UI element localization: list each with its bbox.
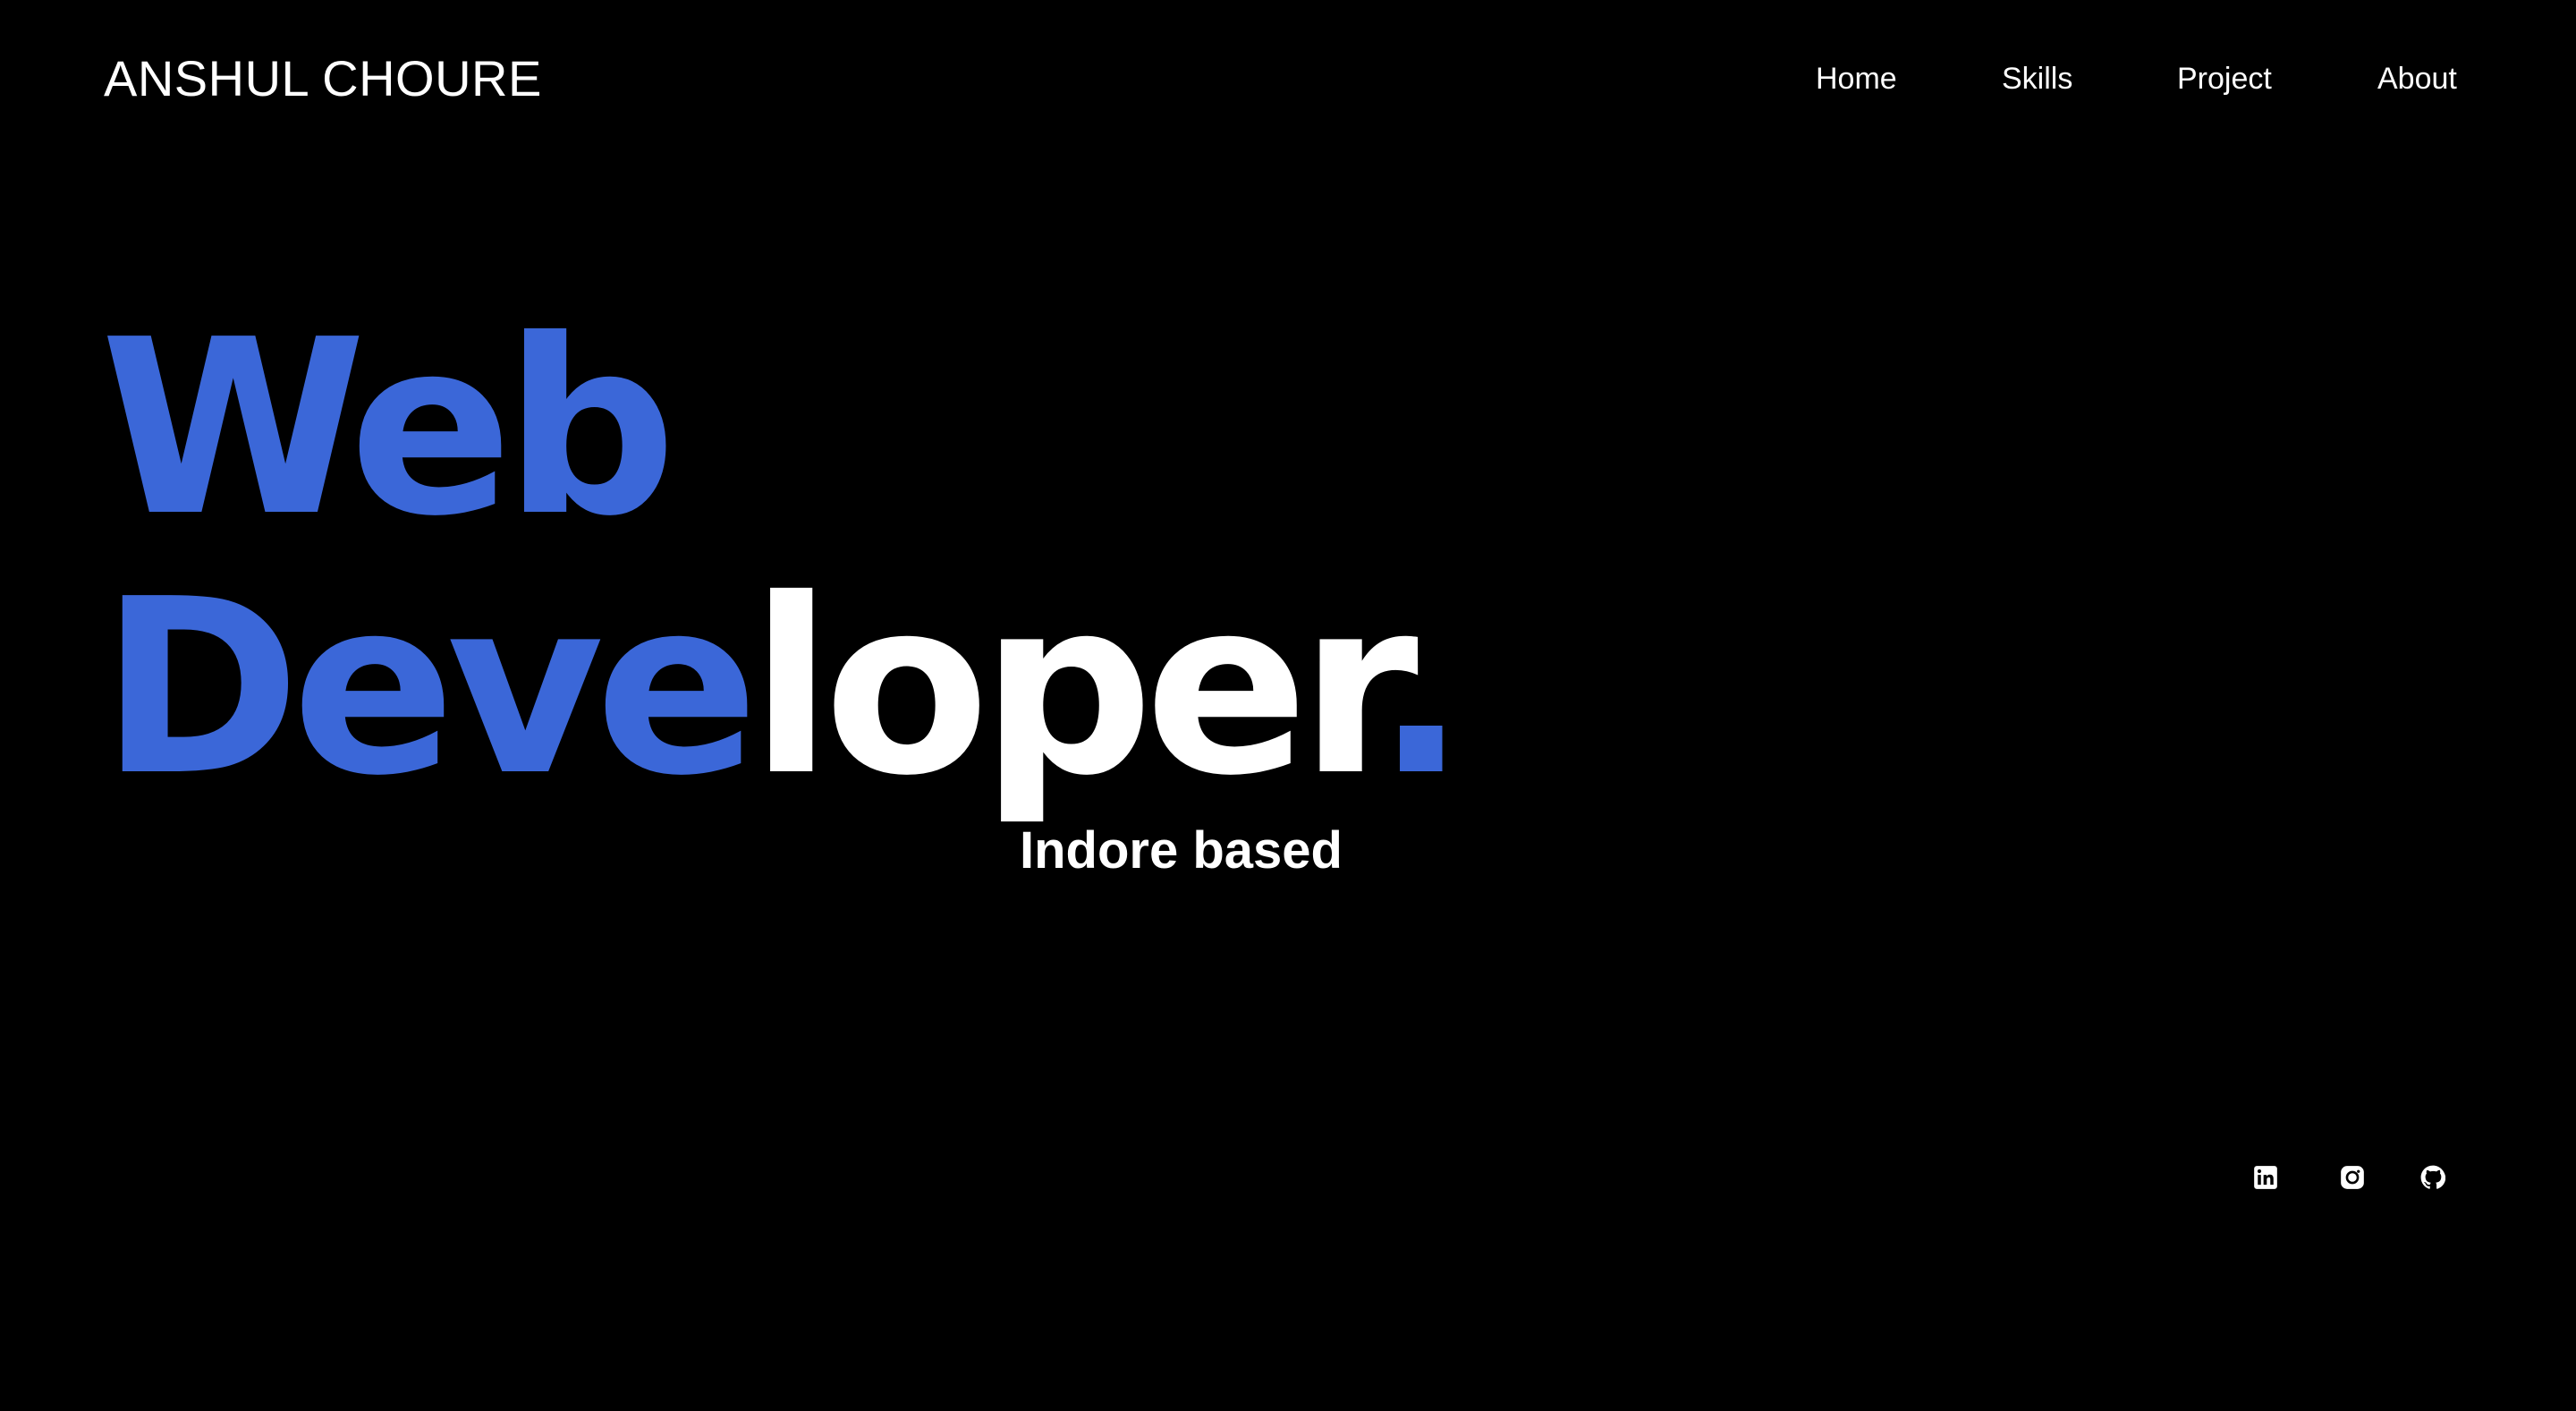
nav-home-link[interactable]: Home bbox=[1816, 57, 1897, 100]
main-nav: Home Skills Project About bbox=[0, 57, 2576, 100]
hero-title-blue-part: Deve bbox=[100, 547, 758, 829]
hero-title-dot: . bbox=[1375, 547, 1467, 829]
nav-about-link[interactable]: About bbox=[2377, 57, 2457, 100]
nav-project-link[interactable]: Project bbox=[2177, 57, 2272, 100]
hero-title-white-part: loper bbox=[750, 547, 1384, 829]
hero-tagline: Indore based bbox=[1020, 821, 1343, 880]
nav-skills-link[interactable]: Skills bbox=[2002, 57, 2072, 100]
instagram-icon bbox=[2341, 1166, 2364, 1189]
github-link[interactable] bbox=[2417, 1161, 2449, 1194]
hero-title-line-1: Web bbox=[100, 287, 677, 569]
social-links bbox=[0, 1161, 2576, 1197]
linkedin-link[interactable] bbox=[2250, 1161, 2282, 1194]
instagram-link[interactable] bbox=[2336, 1161, 2368, 1194]
linkedin-icon bbox=[2254, 1166, 2277, 1189]
hero-title: Web Developer. bbox=[100, 287, 1467, 818]
github-icon bbox=[2420, 1165, 2445, 1189]
hero-title-line-2: Developer. bbox=[100, 558, 1467, 818]
